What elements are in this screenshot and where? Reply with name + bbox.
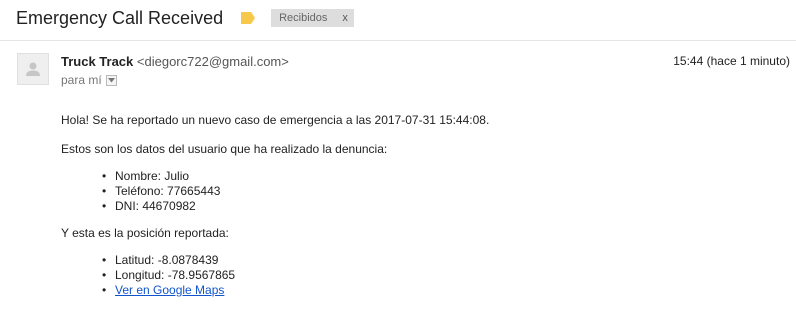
- timestamp: 15:44 (hace 1 minuto): [673, 54, 790, 68]
- inbox-label-text: Recibidos: [279, 12, 328, 24]
- user-data-heading: Estos son los datos del usuario que ha r…: [61, 142, 388, 156]
- header-divider: [0, 40, 796, 41]
- person-icon: [26, 62, 40, 76]
- remove-label-button[interactable]: x: [342, 12, 348, 24]
- recipient-text: para mí: [61, 73, 102, 87]
- list-item: DNI: 44670982: [102, 199, 781, 214]
- chevron-down-icon: [107, 77, 115, 82]
- intro-text: Hola! Se ha reportado un nuevo caso de e…: [61, 113, 490, 127]
- list-item-link: Ver en Google Maps: [102, 283, 781, 298]
- avatar: [17, 53, 49, 85]
- email-body: Hola! Se ha reportado un nuevo caso de e…: [61, 113, 781, 298]
- subject-row: Emergency Call Received Recibidos x: [16, 5, 354, 31]
- inbox-label-chip[interactable]: Recibidos x: [271, 9, 354, 27]
- label-tag-icon[interactable]: [241, 12, 256, 24]
- position-list: Latitud: -8.0878439 Longitud: -78.956786…: [61, 253, 781, 298]
- list-item: Longitud: -78.9567865: [102, 268, 781, 283]
- email-subject: Emergency Call Received: [16, 7, 224, 28]
- position-heading: Y esta es la posición reportada:: [61, 226, 229, 240]
- list-item: Teléfono: 77665443: [102, 184, 781, 199]
- list-item: Nombre: Julio: [102, 169, 781, 184]
- user-data-list: Nombre: Julio Teléfono: 77665443 DNI: 44…: [61, 169, 781, 214]
- sender-email: <diegorc722@gmail.com>: [136, 54, 289, 69]
- recipient-line: para mí: [61, 73, 117, 87]
- show-details-button[interactable]: [105, 74, 117, 86]
- list-item: Latitud: -8.0878439: [102, 253, 781, 268]
- sender-name[interactable]: Truck Track: [61, 54, 133, 69]
- google-maps-link[interactable]: Ver en Google Maps: [115, 283, 224, 297]
- sender-line: Truck Track <diegorc722@gmail.com>: [61, 54, 289, 69]
